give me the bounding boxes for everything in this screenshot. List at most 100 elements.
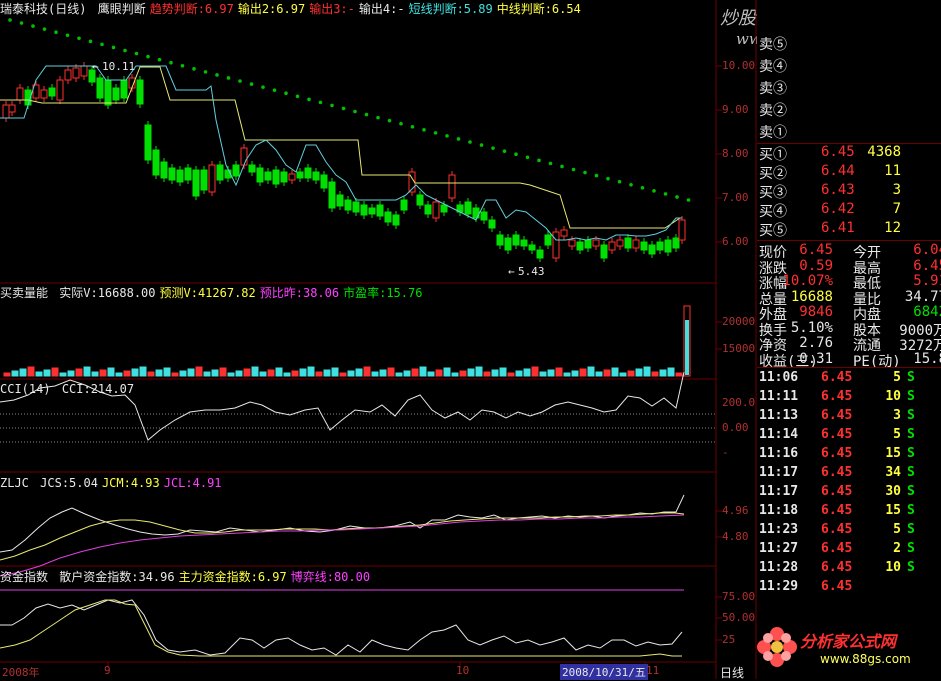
tick-price: 6.45 [821,370,853,385]
candle-body [112,87,120,101]
panel-indicator: JCM:4.93 [101,476,160,490]
cci-axis-label: 200.0 [722,396,756,409]
volume-bar [451,372,459,377]
volume-bar [83,366,91,377]
fund-axis-label: 25 [722,633,736,646]
tick-side: S [907,370,915,385]
trade-tick-row[interactable]: 11:16 6.45 15 S [757,446,941,464]
trend-dot [606,176,610,181]
trend-dot [192,67,196,71]
orderbook-label: 卖② [759,103,787,119]
volume-bar [155,369,163,377]
tick-side: S [907,427,915,442]
trend-dot [410,124,415,129]
orderbook-row[interactable]: 卖③ [757,78,941,100]
volume-bar [323,369,331,377]
period-tab-daily[interactable]: 日线 [720,664,744,681]
candle-body [624,237,632,249]
candle-body [360,204,368,216]
candle-body [56,79,64,101]
trade-tick-row[interactable]: 11:06 6.45 5 S [757,370,941,388]
candle-body [448,174,456,199]
tick-price: 6.45 [821,465,853,480]
trade-tick-row[interactable]: 11:23 6.45 5 S [757,522,941,540]
quote-value: 2.76 [799,335,833,351]
orderbook-label: 买③ [759,185,787,201]
quote-value: 10.07% [782,273,833,289]
candle-body [168,167,176,181]
volume-bar [635,368,643,377]
trade-tick-row[interactable]: 11:17 6.45 30 S [757,484,941,502]
footer-logo-text: 分析家公式网 [800,632,897,651]
trend-dot [525,155,530,160]
candle-body [136,79,144,105]
trend-dot [146,54,150,59]
trend-dot [215,73,219,77]
trade-tick-row[interactable]: 11:11 6.45 10 S [757,389,941,407]
price-axis-label: 6.00 [722,235,749,248]
trend-dot [468,140,472,144]
candle-body [104,79,112,106]
volume-bar [531,366,539,377]
price-axis-label: 7.00 [722,191,749,204]
quote-value: 0.59 [799,257,833,274]
volume-bar [147,371,155,377]
trade-tick-row[interactable]: 11:27 6.45 2 S [757,541,941,559]
candle-body [232,164,240,177]
tick-time: 11:17 [759,484,799,499]
trade-tick-row[interactable]: 11:18 6.45 15 S [757,503,941,521]
candle-body [352,201,360,213]
volume-bar [307,366,315,377]
trend-dot [364,112,369,117]
volume-bar [211,369,219,377]
trend-dot [433,131,438,135]
volume-bar [571,370,579,377]
volume-bar [379,369,387,377]
candle-body [664,239,672,253]
quote-panel: 卖⑤ 卖④ 卖③ 卖② 卖① 买① 6.45 4368 买② 6.44 11 买③ 6.43 3 买④ 6.… [757,0,941,679]
trend-dotted-line [8,18,691,202]
orderbook-row[interactable]: 卖② [757,100,941,122]
trend-dot [479,143,484,147]
jcs-line [0,494,685,553]
trend-dot [686,198,691,202]
trend-dot [88,39,93,44]
orderbook-row[interactable]: 卖⑤ [757,34,941,56]
volume-bar [587,366,595,377]
trend-dot [295,94,300,99]
orderbook-row[interactable]: 卖④ [757,56,941,78]
volume-bar [19,368,27,377]
candle-body [48,87,56,97]
candle-body [440,204,448,213]
trend-dot [238,79,242,83]
orderbook-row[interactable]: 卖① [757,122,941,144]
trend-dot [537,158,541,163]
volume-bar [395,372,403,377]
trade-tick-row[interactable]: 11:28 6.45 10 S [757,560,941,578]
volume-bar [299,368,307,377]
trend-dot [8,18,12,22]
quote-value: 0.31 [799,350,833,367]
candle-body [152,149,160,176]
candle-body [176,169,184,183]
candle-body [632,239,640,249]
tick-price: 6.45 [821,427,853,442]
trend-dot [341,106,346,111]
volume-bar [291,370,299,377]
svg-text:←: ← [508,265,515,278]
tick-volume: 5 [893,370,901,385]
volume-bar [491,369,499,377]
trade-tick-row[interactable]: 11:14 6.45 5 S [757,427,941,445]
trade-tick-row[interactable]: 11:29 6.45 [757,579,941,597]
volume-bar [483,371,491,377]
volume-bar [595,371,603,377]
tick-side: S [907,560,915,575]
trend-dot [663,192,668,196]
volume-bar [187,368,195,377]
trend-dot [31,24,35,28]
trade-tick-row[interactable]: 11:17 6.45 34 S [757,465,941,483]
volume-bar [35,371,43,377]
orderbook-row[interactable]: 买⑤ 6.41 12 [757,220,941,242]
tick-volume: 15 [885,446,901,461]
trade-tick-row[interactable]: 11:13 6.45 3 S [757,408,941,426]
